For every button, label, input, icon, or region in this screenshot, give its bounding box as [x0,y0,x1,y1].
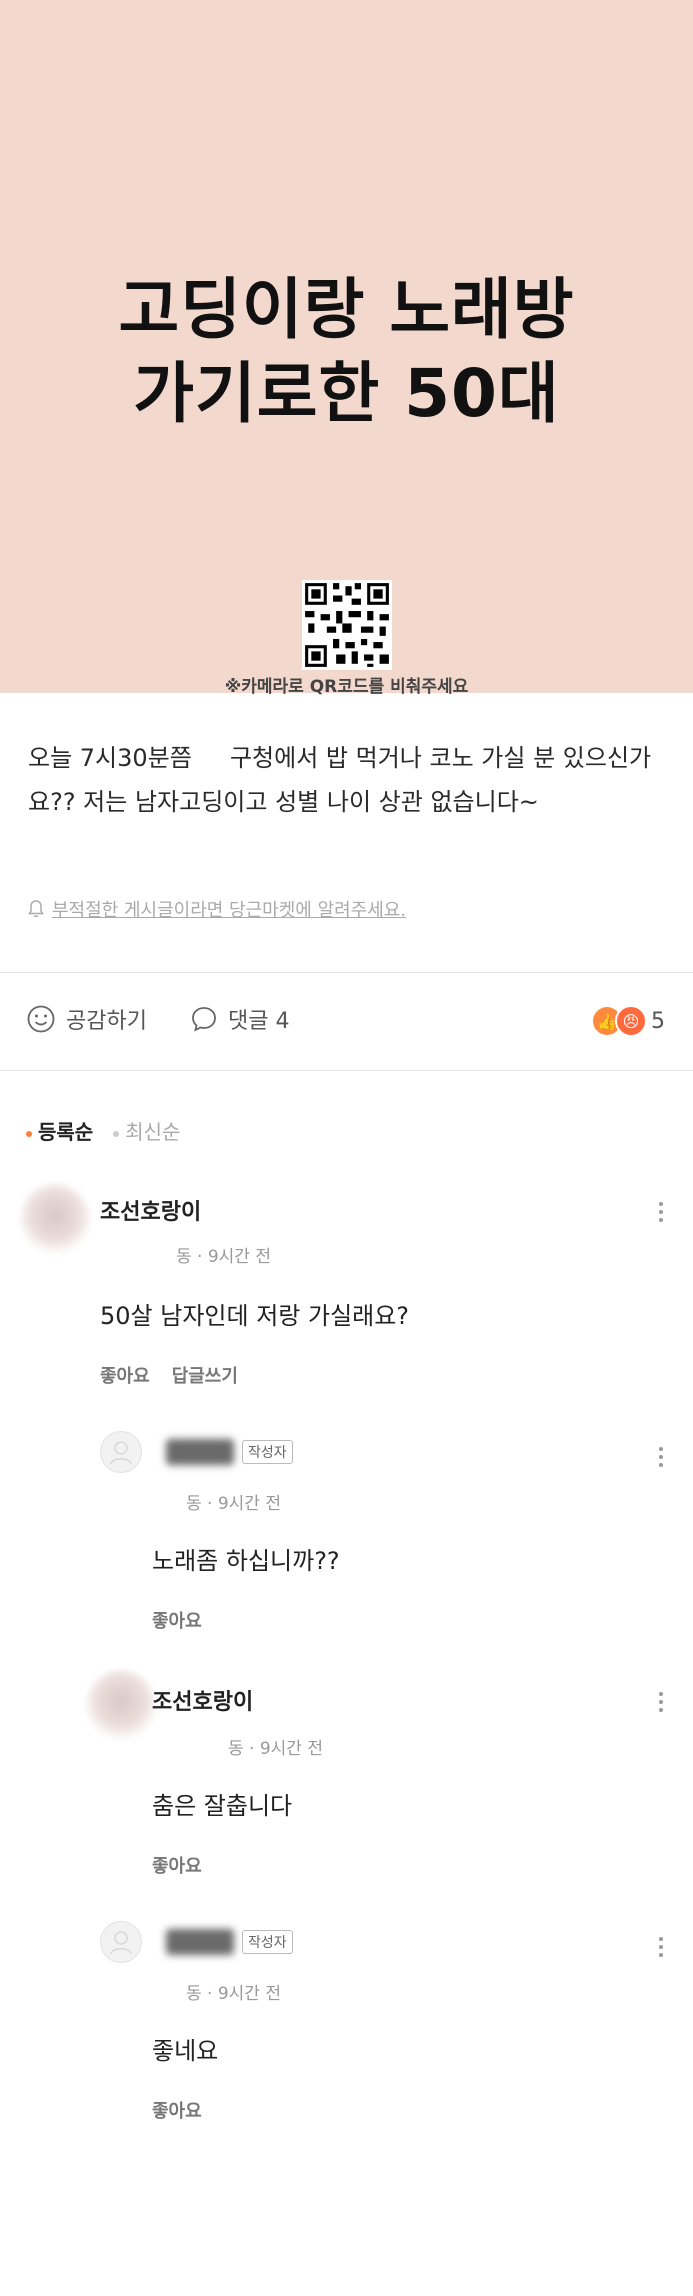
default-avatar-icon[interactable] [100,1431,142,1473]
report-link[interactable]: 부적절한 게시글이라면 당근마켓에 알려주세요. [28,896,406,922]
banner-title-line1: 고딩이랑 노래방 [118,271,575,348]
reply-text: 춤은 잘춥니다 [152,1792,293,1820]
angry-face-icon: 😠 [615,1005,647,1037]
divider [0,972,693,973]
speech-bubble-icon [192,1007,216,1032]
reply-nickname[interactable]: 조선호랑이 [152,1684,253,1716]
qr-code-icon[interactable] [302,580,392,670]
reply-item: 조선호랑이 동 · 9시간 전 춤은 잘춥니다 좋아요 [0,1670,693,1890]
reply-actions: 좋아요 [152,2097,202,2123]
comment-nickname[interactable]: 조선호랑이 [100,1194,201,1226]
reply-meta: 동 · 9시간 전 [186,1494,281,1514]
sort-by-latest[interactable]: 최신순 [113,1116,180,1145]
reply-actions: 좋아요 [152,1607,202,1633]
like-button[interactable]: 좋아요 [152,2097,202,2123]
default-avatar-icon[interactable] [100,1921,142,1963]
sort-by-registered[interactable]: 등록순 [26,1116,93,1145]
comment-actions: 좋아요 답글쓰기 [100,1362,238,1388]
reply-meta: 동 · 9시간 전 [186,1984,281,2004]
sympathize-button[interactable]: 공감하기 [26,1003,147,1035]
bell-icon [28,900,44,918]
comment-count-label: 댓글 4 [228,1009,290,1034]
divider [0,1070,693,1071]
avatar[interactable] [20,1184,90,1254]
author-badge: 작성자 [242,1440,293,1464]
like-button[interactable]: 좋아요 [100,1362,150,1388]
reply-actions: 좋아요 [152,1852,202,1878]
comment-button[interactable]: 댓글 4 [190,1003,289,1035]
like-button[interactable]: 좋아요 [152,1852,202,1878]
reaction-count: 5 [651,1008,665,1034]
avatar[interactable] [86,1670,156,1740]
post-text-line2: 요?? 저는 남자고딩이고 성별 나이 상관 없습니다~ [28,788,539,816]
sympathize-label: 공감하기 [66,1009,147,1034]
like-button[interactable]: 좋아요 [152,1607,202,1633]
comment-meta: 동 · 9시간 전 [176,1247,271,1267]
more-vertical-icon[interactable] [659,1688,663,1716]
reply-button[interactable]: 답글쓰기 [172,1362,238,1388]
more-vertical-icon[interactable] [659,1933,663,1961]
reply-item: 작성자 동 · 9시간 전 노래좀 하십니까?? 좋아요 [0,1425,693,1645]
comment-text: 50살 남자인데 저랑 가실래요? [100,1302,410,1330]
report-text: 부적절한 게시글이라면 당근마켓에 알려주세요. [52,900,407,921]
action-bar: 공감하기 댓글 4 👍 😠 5 [0,975,693,1067]
reply-nickname[interactable]: 작성자 [166,1439,293,1465]
author-badge: 작성자 [242,1930,293,1954]
comment-item: 조선호랑이 동 · 9시간 전 50살 남자인데 저랑 가실래요? 좋아요 답글… [0,1180,693,1400]
post-body: 오늘 7시30분쯤 구청에서 밥 먹거나 코노 가실 분 있으신가 요?? 저는… [28,736,668,824]
qr-caption: ※카메라로 QR코드를 비춰주세요 [224,677,469,697]
reply-text: 노래좀 하십니까?? [152,1547,340,1575]
reaction-summary[interactable]: 👍 😠 5 [593,1005,665,1037]
banner-title-line2: 가기로한 50대 [133,355,560,432]
post-text-line1: 오늘 7시30분쯤 구청에서 밥 먹거나 코노 가실 분 있으신가 [28,744,652,772]
comment-sort: 등록순 최신순 [26,1116,180,1145]
blurred-nickname [166,1439,234,1465]
reply-nickname[interactable]: 작성자 [166,1929,293,1955]
smile-icon [27,1005,55,1033]
more-vertical-icon[interactable] [659,1198,663,1226]
reply-text: 좋네요 [152,2037,219,2065]
blurred-nickname [166,1929,234,1955]
reply-item: 작성자 동 · 9시간 전 좋네요 좋아요 [0,1915,693,2135]
more-vertical-icon[interactable] [659,1443,663,1471]
banner: 고딩이랑 노래방 가기로한 50대 ※카메라로 QR코드를 비춰주세요 [0,0,693,697]
reply-meta: 동 · 9시간 전 [228,1739,323,1759]
